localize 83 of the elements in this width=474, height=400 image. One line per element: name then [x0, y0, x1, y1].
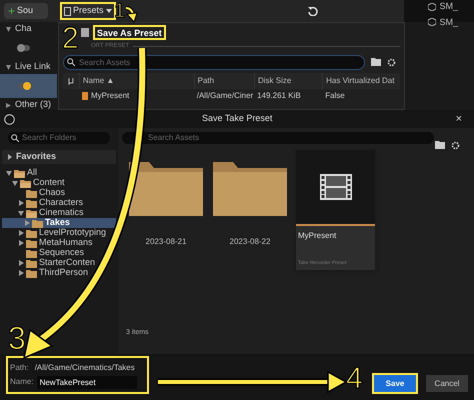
folder-icon	[14, 168, 25, 178]
folder-icon	[26, 248, 37, 258]
step-number: 3	[8, 322, 26, 354]
asset-name: SM_	[439, 16, 458, 29]
folder-search-field[interactable]: Search Folders	[8, 132, 110, 144]
presets-button[interactable]: Presets	[60, 2, 116, 20]
window-title: Save Take Preset	[202, 112, 272, 126]
search-field[interactable]: Search Assets	[63, 54, 365, 70]
search-icon	[11, 134, 19, 142]
name-label: Name:	[10, 376, 34, 388]
collapse-arrow-icon[interactable]	[8, 154, 12, 160]
folder-tile[interactable]: 2023-08-22	[212, 150, 288, 270]
name-field[interactable]: NewTakePreset	[36, 376, 137, 388]
table-cell: MyPresent	[79, 90, 194, 102]
collapse-arrow-icon[interactable]	[18, 200, 24, 206]
folder-tree-item[interactable]: StarterConten	[2, 258, 116, 268]
folder-icon	[26, 258, 37, 268]
path-label: Path:	[10, 362, 29, 374]
close-button[interactable]: ×	[456, 110, 462, 128]
path-value: /All/Game/Cinematics/Takes	[34, 362, 135, 374]
group-label: Live Link	[15, 60, 51, 74]
expand-arrow-icon[interactable]	[18, 210, 24, 216]
curved-arrow	[126, 6, 138, 23]
folder-tree-item[interactable]: All	[2, 168, 116, 178]
column-header[interactable]: Name ▲	[78, 73, 194, 89]
folder-icon	[26, 198, 37, 208]
reset-icon[interactable]	[308, 6, 318, 16]
save-button[interactable]: Save	[374, 375, 416, 392]
step-number: 4	[346, 364, 363, 394]
table-cell-text: /All/Game/Ciner	[196, 90, 254, 102]
folder-tree-item[interactable]: Chaos	[2, 188, 116, 198]
caret-icon	[106, 9, 112, 13]
folder-icon	[26, 268, 37, 278]
folder-tree-item[interactable]: Characters	[2, 198, 116, 208]
collapse-arrow-icon[interactable]	[18, 230, 24, 236]
folder-tree-item[interactable]: ThirdPerson	[2, 268, 116, 278]
folder-icon	[26, 238, 37, 248]
expand-arrow-icon[interactable]	[6, 64, 11, 70]
toggle-switch[interactable]	[18, 83, 30, 89]
expand-arrow-icon[interactable]	[6, 26, 11, 32]
collapse-arrow-icon[interactable]	[24, 220, 30, 226]
toggle-switch[interactable]	[18, 45, 30, 51]
plus-icon: +	[8, 5, 16, 17]
folder-tile[interactable]: 2023-08-21	[128, 150, 204, 270]
settings-icon[interactable]	[387, 58, 396, 66]
column-header[interactable]: Path	[194, 73, 254, 89]
folder-icon	[26, 188, 37, 198]
save-as-preset-item[interactable]: Save As Preset	[93, 24, 166, 40]
collapse-arrow-icon[interactable]	[18, 270, 24, 276]
table-cell-text: 149.261 KiB	[256, 90, 302, 102]
collapse-arrow-icon[interactable]	[18, 260, 24, 266]
cancel-button[interactable]: Cancel	[426, 375, 468, 392]
logo-icon	[4, 114, 15, 124]
folder-icon	[213, 160, 287, 216]
folder-icon	[26, 208, 37, 218]
step-number: 2	[62, 24, 79, 54]
column-header[interactable]: Disk Size	[254, 73, 322, 89]
settings-icon[interactable]	[451, 141, 460, 150]
folder-tree-item[interactable]: Content	[2, 178, 116, 188]
collapse-arrow-icon[interactable]	[6, 102, 11, 108]
folder-tree-item[interactable]: Cinematics	[2, 208, 116, 218]
asset-search-field[interactable]: Search Assets	[122, 132, 434, 144]
folder-icon[interactable]	[371, 58, 381, 66]
folder-tree-item[interactable]: MetaHumans	[2, 238, 116, 248]
column-header[interactable]: Has Virtualized Dat	[322, 73, 400, 89]
asset-name: MyPresent	[297, 230, 338, 242]
folder-icon	[32, 218, 43, 228]
folder-tree-item[interactable]: LevelPrototyping	[2, 228, 116, 238]
asset-name: SM_	[439, 0, 458, 13]
folder-tree-item[interactable]: Sequences	[2, 248, 116, 258]
group-label: Other (3)	[15, 98, 51, 112]
expand-arrow-icon[interactable]	[12, 180, 18, 186]
table-cell-text: False	[324, 90, 346, 102]
film-icon	[320, 174, 352, 200]
expand-arrow-icon[interactable]	[6, 170, 12, 176]
folder-tree-item[interactable]: Takes	[2, 218, 116, 228]
search-icon	[67, 58, 75, 66]
folder-icon	[20, 178, 31, 188]
folder-icon	[129, 160, 203, 216]
document-icon	[82, 92, 88, 100]
folder-icon[interactable]	[435, 141, 445, 149]
collapse-arrow-icon[interactable]	[18, 240, 24, 246]
group-label: Cha	[15, 22, 32, 36]
